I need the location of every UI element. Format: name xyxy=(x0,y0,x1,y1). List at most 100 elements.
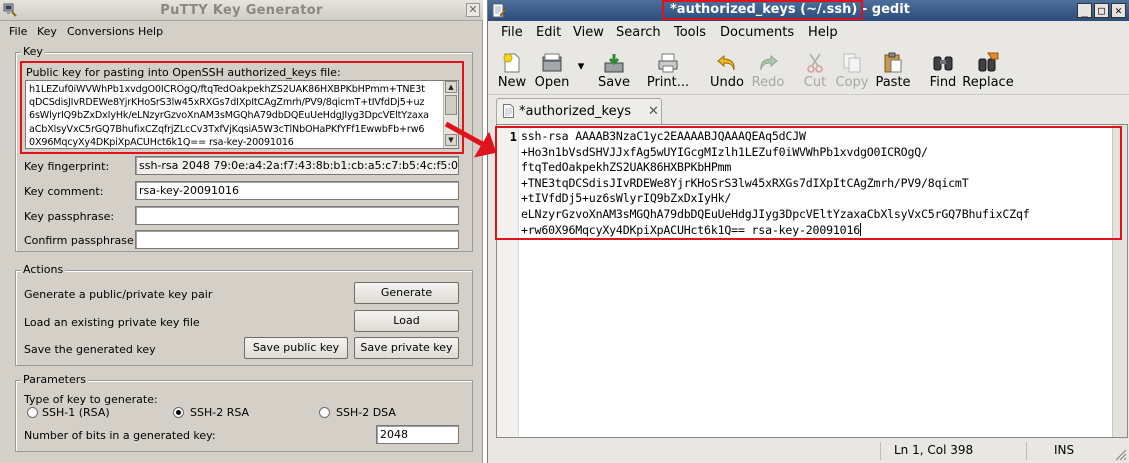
menu-documents[interactable]: Documents xyxy=(720,25,794,40)
key-group-label: Key xyxy=(21,45,45,58)
passphrase-label: Key passphrase: xyxy=(24,210,115,223)
scroll-thumb[interactable] xyxy=(445,95,457,115)
passphrase-field[interactable] xyxy=(135,206,459,225)
minimize-icon[interactable]: _ xyxy=(1077,3,1092,18)
find-button[interactable]: Find xyxy=(927,51,959,93)
undo-label: Undo xyxy=(710,75,744,90)
editor-line: ftqTedOakpekhZS2UAK86HXBPKbHPmm xyxy=(521,160,732,175)
load-button[interactable]: Load xyxy=(354,310,459,332)
copy-label: Copy xyxy=(835,75,869,90)
editor-text[interactable]: ssh-rsa AAAAB3NzaC1yc2EAAAABJQAAAQEAq5dC… xyxy=(521,129,1123,238)
open-folder-icon xyxy=(542,53,562,72)
generate-button[interactable]: Generate xyxy=(354,282,459,304)
menu-file[interactable]: File xyxy=(9,25,27,38)
print-button[interactable]: Print... xyxy=(646,51,690,93)
status-separator xyxy=(880,442,881,460)
puttygen-title: PuTTY Key Generator xyxy=(160,3,323,18)
binoculars-icon xyxy=(933,56,953,71)
insert-mode[interactable]: INS xyxy=(1054,443,1074,457)
find-label: Find xyxy=(929,75,957,90)
gedit-title: *authorized_keys (~/.ssh) - gedit xyxy=(670,2,910,17)
new-button[interactable]: New xyxy=(494,51,530,93)
radio-ssh2-rsa-label[interactable]: SSH-2 RSA xyxy=(190,406,249,419)
resize-grip-icon[interactable] xyxy=(1113,447,1127,461)
redo-label: Redo xyxy=(751,75,785,90)
menu-search[interactable]: Search xyxy=(616,25,661,40)
confirm-passphrase-field[interactable] xyxy=(135,230,459,249)
radio-ssh2-rsa[interactable] xyxy=(173,407,184,418)
redo-button[interactable]: Redo xyxy=(748,51,788,93)
close-icon[interactable]: ✕ xyxy=(1111,3,1126,18)
editor-line-last: +rw60X96MqcyXy4DKpiXpACUHct6k1Q== rsa-ke… xyxy=(521,222,1123,239)
menu-key[interactable]: Key xyxy=(37,25,57,38)
menu-file[interactable]: File xyxy=(501,25,523,40)
menu-conversions[interactable]: Conversions xyxy=(67,25,134,38)
scroll-down-icon[interactable]: ▼ xyxy=(445,134,457,146)
save-public-key-button[interactable]: Save public key xyxy=(244,337,348,359)
save-private-key-button[interactable]: Save private key xyxy=(354,337,459,359)
radio-ssh1-rsa[interactable] xyxy=(27,407,38,418)
undo-button[interactable]: Undo xyxy=(708,51,746,93)
scroll-up-icon[interactable]: ▲ xyxy=(445,81,457,93)
line-number: 1 xyxy=(509,130,517,144)
menu-help[interactable]: Help xyxy=(138,25,163,38)
menu-tools[interactable]: Tools xyxy=(674,25,706,40)
public-key-line: aCbXlsyVxC5rGQ7BhufixCZqfrjZLcCv3TxfVjKq… xyxy=(29,123,425,135)
public-key-scrollbar[interactable]: ▲ ▼ xyxy=(443,81,458,148)
gedit-toolbar: New Open ▾ Save Print... Undo Redo Cut C… xyxy=(488,45,1129,95)
text-editor[interactable]: 1 ssh-rsa AAAAB3NzaC1yc2EAAAABJQAAAQEAq5… xyxy=(496,124,1128,438)
document-icon xyxy=(503,104,514,118)
public-key-line: h1LEZuf0iWVWhPb1xvdgO0ICROgQ/ftqTedOakpe… xyxy=(29,84,425,95)
gedit-title-file: *authorized_keys (~/.ssh) xyxy=(670,2,858,17)
radio-ssh1-rsa-label[interactable]: SSH-1 (RSA) xyxy=(42,406,110,419)
replace-button[interactable]: Replace xyxy=(962,51,1014,93)
gedit-titlebar[interactable]: *authorized_keys (~/.ssh) - gedit _ □ ✕ xyxy=(488,0,1129,21)
editor-scrollbar[interactable] xyxy=(1112,125,1127,437)
puttygen-titlebar[interactable]: PuTTY Key Generator ✕ xyxy=(0,0,483,21)
redo-icon xyxy=(760,54,778,71)
public-key-textarea[interactable]: h1LEZuf0iWVWhPb1xvdgO0ICROgQ/ftqTedOakpe… xyxy=(25,80,459,149)
bits-field[interactable]: 2048 xyxy=(376,425,459,444)
line-number-gutter: 1 xyxy=(497,125,519,437)
open-label: Open xyxy=(534,75,570,90)
public-key-text: h1LEZuf0iWVWhPb1xvdgO0ICROgQ/ftqTedOakpe… xyxy=(29,83,439,149)
tab-authorized-keys[interactable]: *authorized_keys ✕ xyxy=(496,98,662,124)
status-separator xyxy=(1026,442,1027,460)
menu-view[interactable]: View xyxy=(573,25,604,40)
comment-field[interactable]: rsa-key-20091016 xyxy=(135,181,459,200)
public-key-line: 0X96MqcyXy4DKpiXpACUHct6k1Q== rsa-key-20… xyxy=(29,136,294,148)
maximize-icon[interactable]: □ xyxy=(1094,3,1109,18)
copy-button[interactable]: Copy xyxy=(833,51,871,93)
gedit-app-icon[interactable] xyxy=(491,3,506,18)
public-key-line: qDCSdisJIvRDEWe8YjrKHoSrS3lw45xRXGs7dIXp… xyxy=(29,97,425,109)
editor-line: eLNzyrGzvoXnAM3sMGQhA79dbDQEuUeHdgJIyg3D… xyxy=(521,206,1030,221)
cut-button[interactable]: Cut xyxy=(799,51,831,93)
open-button[interactable]: Open xyxy=(532,51,572,93)
clipboard-icon xyxy=(884,52,902,73)
open-recent-dropdown[interactable]: ▾ xyxy=(574,51,588,93)
new-label: New xyxy=(497,75,527,90)
menu-help[interactable]: Help xyxy=(808,25,838,40)
close-tab-icon[interactable]: ✕ xyxy=(648,104,659,119)
radio-ssh2-dsa-label[interactable]: SSH-2 DSA xyxy=(336,406,396,419)
puttygen-window: PuTTY Key Generator ✕ File Key Conversio… xyxy=(0,0,483,463)
save-button[interactable]: Save xyxy=(594,51,634,93)
bits-label: Number of bits in a generated key: xyxy=(24,429,216,442)
comment-label: Key comment: xyxy=(24,185,104,198)
gedit-title-app: - gedit xyxy=(857,2,910,17)
editor-line: +Ho3n1bVsdSHVJJxfAg5wUYIGcgMIzlh1LEZuf0i… xyxy=(521,144,928,159)
print-label: Print... xyxy=(646,75,690,90)
editor-line: +TNE3tqDCSdisJIvRDEWe8YjrKHoSrS3lw45xRXG… xyxy=(521,175,969,190)
tab-label: *authorized_keys xyxy=(519,104,632,119)
confirm-passphrase-label: Confirm passphrase: xyxy=(24,234,138,247)
new-document-icon xyxy=(503,53,520,73)
paste-button[interactable]: Paste xyxy=(873,51,913,93)
radio-ssh2-dsa[interactable] xyxy=(319,407,330,418)
load-text: Load an existing private key file xyxy=(24,316,200,329)
gedit-statusbar: Ln 1, Col 398 INS xyxy=(488,440,1129,463)
close-icon[interactable]: ✕ xyxy=(466,3,480,17)
editor-line-text: +rw60X96MqcyXy4DKpiXpACUHct6k1Q== rsa-ke… xyxy=(521,222,861,237)
fingerprint-field[interactable]: ssh-rsa 2048 79:0e:a4:2a:f7:43:8b:b1:cb:… xyxy=(135,156,459,175)
scissors-icon xyxy=(807,53,823,73)
menu-edit[interactable]: Edit xyxy=(536,25,561,40)
